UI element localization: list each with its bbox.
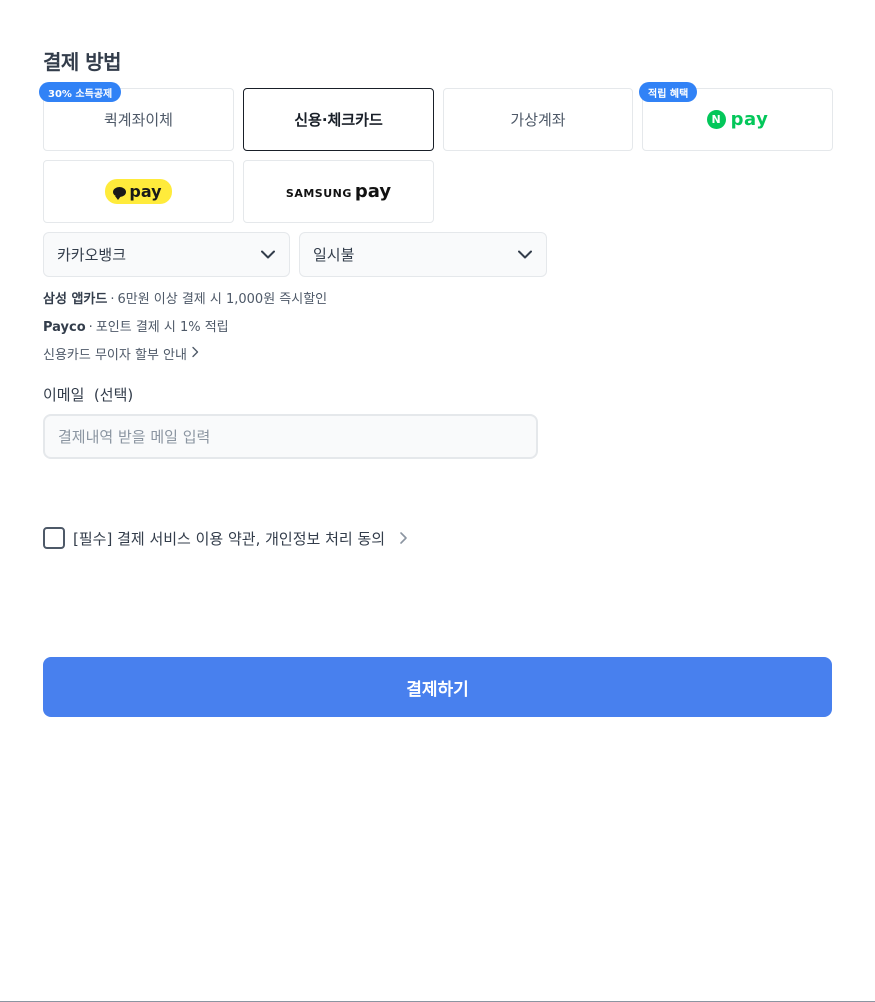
npay-n-icon: N [706, 110, 726, 129]
chevron-down-icon [518, 248, 532, 262]
terms-agreement-label: [필수] 결제 서비스 이용 약관, 개인정보 처리 동의 [73, 529, 386, 548]
method-quick-transfer-label: 퀵계좌이체 [103, 111, 173, 129]
promo-payco: Payco · 포인트 결제 시 1% 적립 [43, 316, 229, 335]
method-virtual-account-label: 가상계좌 [510, 111, 566, 129]
installment-select-value: 일시불 [313, 246, 355, 264]
checkbox-icon[interactable] [43, 527, 65, 549]
email-field[interactable] [43, 414, 538, 459]
method-kakaopay[interactable]: pay [43, 160, 234, 223]
npay-logo-text: pay [730, 109, 769, 130]
bank-select[interactable]: 카카오뱅크 [43, 232, 290, 277]
installment-info-link[interactable]: 신용카드 무이자 할부 안내 [43, 344, 199, 363]
bank-select-value: 카카오뱅크 [57, 246, 127, 264]
npay-logo: N pay [706, 109, 769, 130]
samsungpay-brand: SAMSUNG [285, 187, 352, 200]
method-card[interactable]: 신용·체크카드 [243, 88, 434, 151]
section-title: 결제 방법 [43, 50, 122, 74]
promo-samsung: 삼성 앱카드 · 6만원 이상 결제 시 1,000원 즉시할인 [43, 288, 327, 307]
payment-page: 결제 방법 30% 소득공제 퀵계좌이체 신용·체크카드 가상계좌 적립 혜택 … [0, 0, 875, 1002]
promo-brand: 삼성 앱카드 [43, 292, 108, 307]
method-samsungpay[interactable]: SAMSUNG pay [243, 160, 434, 223]
kakaopay-logo: pay [105, 179, 172, 204]
chevron-down-icon [261, 248, 275, 262]
promo-brand: Payco [43, 320, 86, 335]
income-deduction-badge: 30% 소득공제 [39, 82, 122, 102]
installment-info-label: 신용카드 무이자 할부 안내 [43, 348, 187, 363]
samsungpay-logo: SAMSUNG pay [286, 181, 391, 202]
kakao-speech-bubble-icon [113, 186, 127, 200]
installment-select[interactable]: 일시불 [299, 232, 547, 277]
method-virtual-account[interactable]: 가상계좌 [443, 88, 633, 151]
chevron-right-icon [191, 346, 199, 362]
reward-badge: 적립 혜택 [639, 82, 698, 102]
promo-text: 포인트 결제 시 1% 적립 [95, 320, 229, 335]
promo-separator: · [88, 320, 93, 335]
samsungpay-pay: pay [354, 181, 392, 202]
kakaopay-logo-text: pay [129, 182, 162, 201]
pay-button[interactable]: 결제하기 [43, 657, 832, 717]
promo-text: 6만원 이상 결제 시 1,000원 즉시할인 [117, 292, 328, 307]
method-card-label: 신용·체크카드 [294, 111, 383, 129]
terms-agreement[interactable]: [필수] 결제 서비스 이용 약관, 개인정보 처리 동의 [43, 527, 408, 549]
promo-separator: · [110, 292, 115, 307]
email-label: 이메일 (선택) [43, 386, 134, 404]
chevron-right-icon[interactable] [399, 531, 408, 545]
